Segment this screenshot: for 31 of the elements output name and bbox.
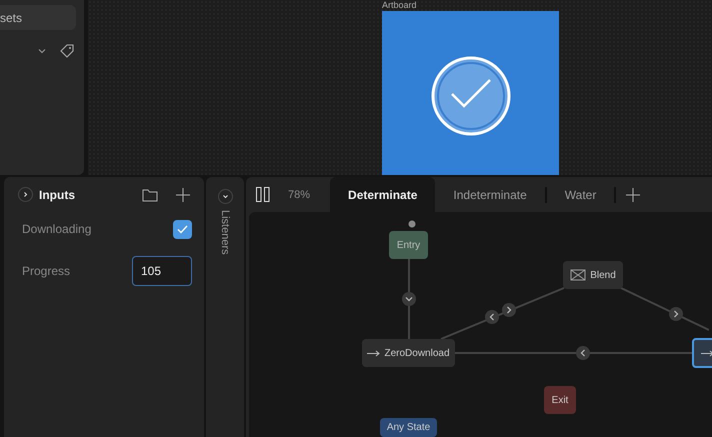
state-node[interactable]: Entry [389,231,428,259]
input-name: Downloading [21,222,92,236]
chevron-right-icon[interactable] [18,187,33,202]
search-field[interactable]: sets [0,5,76,30]
add-icon[interactable] [176,188,190,202]
tag-icon[interactable] [60,44,74,58]
checkbox[interactable] [173,220,192,238]
zoom-level: 78% [288,188,310,200]
folder-icon[interactable] [142,188,158,202]
chevron-down-icon[interactable] [218,189,232,204]
blend-node[interactable]: Blend [563,261,623,289]
state-node[interactable]: Exit [544,386,576,414]
arrow-right-icon [700,350,712,356]
entry-dot [408,220,416,228]
checkmark-icon [177,224,188,234]
input-name: Progress [21,264,70,278]
blend-icon [570,269,586,281]
panel-title: Inputs [39,188,76,202]
pause-icon[interactable] [256,187,270,202]
number-field[interactable]: 105 [132,256,192,286]
state-node[interactable]: ZeroDownload [362,339,455,367]
add-icon[interactable] [626,188,640,202]
artboard-label: Artboard [382,0,417,10]
tab[interactable]: Determinate [330,177,436,212]
arrow-right-icon [367,350,380,356]
tab[interactable]: Indeterminate [435,177,545,212]
state-node[interactable]: Any State [380,418,437,437]
chevron-down-icon[interactable] [38,48,46,54]
tab[interactable]: Water [546,177,614,212]
checkmark-circle-icon [430,56,510,136]
panel-title: Listeners [219,210,231,255]
